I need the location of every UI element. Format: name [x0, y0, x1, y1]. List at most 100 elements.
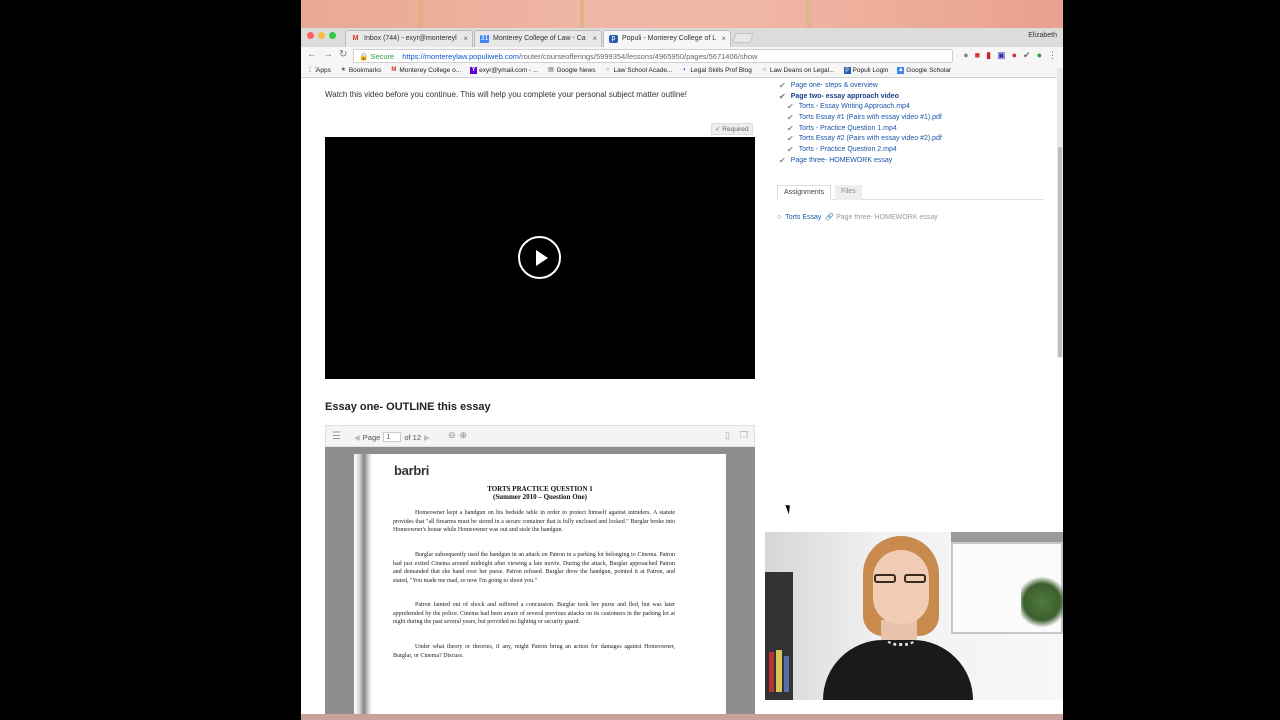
- required-badge: ✓ Required: [711, 123, 753, 135]
- bookmark-yahoo[interactable]: Yexyr@ymail.com - ...: [470, 66, 538, 75]
- check-icon: ✔: [787, 113, 794, 122]
- bookmark-label: Apps: [316, 67, 331, 74]
- previous-page-icon[interactable]: ◀: [354, 433, 360, 442]
- browser-tab-inbox[interactable]: M Inbox (744) - exyr@montereyl ×: [345, 30, 473, 47]
- bookmark-ext-icon[interactable]: ▮: [986, 50, 991, 61]
- lesson-item-page-three[interactable]: ✔ Page three- HOMEWORK essay: [779, 156, 892, 165]
- forward-arrow-icon[interactable]: →: [323, 49, 333, 61]
- document-paragraph: Homeowner kept a handgun on his bedside …: [393, 510, 675, 533]
- browser-tab-calendar[interactable]: 31 Monterey College of Law - Ca ×: [474, 30, 602, 47]
- profile-name[interactable]: Elizabeth: [1028, 32, 1057, 39]
- bookmark-law-deans[interactable]: ○ Law Deans on Legal...: [761, 66, 835, 75]
- assignment-item: ○ Torts Essay 🔗 Page three- HOMEWORK essay: [777, 213, 938, 221]
- sidebar-toggle-icon[interactable]: ☰: [332, 431, 341, 442]
- bookmark-law-school[interactable]: ○ Law School Acade...: [605, 66, 673, 75]
- ext-icon[interactable]: ✔: [1023, 50, 1031, 61]
- bookmark-label: Monterey College o...: [399, 67, 462, 74]
- bookmark-label: Google Scholar: [906, 67, 952, 74]
- tab-label: Inbox (744) - exyr@montereyl: [364, 35, 457, 42]
- download-icon[interactable]: ▯: [725, 430, 730, 441]
- yahoo-icon: Y: [470, 67, 478, 74]
- video-player[interactable]: [325, 137, 755, 379]
- lesson-item-essay-2-pdf[interactable]: ✔ Torts Essay #2 (Pairs with essay video …: [787, 134, 942, 143]
- grammarly-icon[interactable]: ●: [1037, 50, 1042, 61]
- close-tab-icon[interactable]: ×: [463, 34, 468, 43]
- page-label: Page: [362, 432, 381, 442]
- close-tab-icon[interactable]: ×: [721, 34, 726, 43]
- bookmark-google-news[interactable]: ▤ Google News: [547, 66, 595, 75]
- zoom-window-button[interactable]: [329, 32, 336, 39]
- populi-icon: p: [609, 35, 618, 43]
- zoom-in-icon[interactable]: ⊕: [460, 430, 468, 441]
- bookmark-bookmarks[interactable]: ★ Bookmarks: [340, 66, 382, 75]
- lesson-label: Page three- HOMEWORK essay: [790, 157, 893, 164]
- url-host: https://montereylaw.populiweb.com: [402, 52, 520, 61]
- webcam-overlay: [765, 532, 1063, 700]
- new-tab-button[interactable]: [732, 33, 754, 43]
- close-tab-icon[interactable]: ×: [592, 34, 597, 43]
- bookmark-monterey[interactable]: M Monterey College o...: [390, 66, 461, 75]
- gmail-badge-icon[interactable]: ■: [975, 50, 980, 61]
- document-paragraph: Under what theory or theories, if any, m…: [393, 644, 675, 659]
- scholar-icon: ▲: [897, 67, 905, 74]
- pdf-pager: ◀ Page 1 of 12 ▶: [354, 432, 430, 442]
- bookmark-apps[interactable]: ⋮⋮ Apps: [307, 66, 331, 75]
- bookmark-label: exyr@ymail.com - ...: [479, 67, 539, 74]
- lesson-item-page-two[interactable]: ✔ Page two- essay approach video: [779, 92, 899, 101]
- bookmark-google-scholar[interactable]: ▲ Google Scholar: [897, 66, 951, 75]
- tab-files[interactable]: Files: [835, 185, 862, 200]
- bookmark-label: Law School Acade...: [613, 67, 673, 74]
- document-title: TORTS PRACTICE QUESTION 1: [487, 485, 593, 493]
- browser-tab-populi[interactable]: p Populi - Monterey College of L ×: [603, 30, 731, 47]
- globe-icon: ○: [606, 67, 610, 73]
- pdf-toolbar: ☰ ◀ Page 1 of 12 ▶ ⊖ ⊕ ▯ ❐: [325, 425, 755, 447]
- pdf-actions: ▯ ❐: [725, 430, 748, 441]
- bullet-icon: ○: [777, 214, 782, 221]
- close-window-button[interactable]: [307, 32, 314, 39]
- star-icon: ★: [340, 67, 347, 73]
- play-icon[interactable]: [518, 236, 561, 279]
- extension-icon[interactable]: ●: [963, 50, 968, 61]
- pinterest-icon[interactable]: ●: [1012, 50, 1017, 61]
- barbri-logo: barbri: [394, 463, 430, 478]
- bookmark-legal-skills[interactable]: ◐ Legal Skills Prof Blog: [681, 66, 752, 75]
- lesson-item-practice-1[interactable]: ✔ Torts - Practice Question 1.mp4: [787, 124, 897, 133]
- document-paragraph: Patron fainted out of shock and suffered…: [393, 602, 675, 625]
- extension-icons: ● ■ ▮ ▣ ● ✔ ● ⋮: [963, 50, 1057, 61]
- lesson-item-essay-approach[interactable]: ✔ Torts - Essay Writing Approach.mp4: [787, 102, 910, 111]
- lesson-item-page-one[interactable]: ✔ Page one- steps & overview: [779, 81, 878, 90]
- browser-tab-strip: M Inbox (744) - exyr@montereyl × 31 Mont…: [301, 28, 1063, 47]
- assignment-link[interactable]: Torts Essay: [785, 214, 821, 221]
- lesson-label: Torts - Practice Question 2.mp4: [798, 146, 897, 153]
- assignment-meta-label: Page three- HOMEWORK essay: [836, 214, 938, 221]
- news-icon: ▤: [548, 67, 554, 73]
- sidebar-tabs: Assignments Files: [777, 185, 1043, 200]
- scrollbar-thumb[interactable]: [1058, 147, 1062, 357]
- tab-assignments[interactable]: Assignments: [777, 185, 832, 200]
- bookmarks-bar: ⋮⋮ Apps ★ Bookmarks M Monterey College o...…: [301, 64, 1063, 78]
- browser-toolbar: ← → ↻ 🔒 Secure https://montereylaw.popul…: [301, 47, 1063, 64]
- url-path: /router/courseofferings/5999354/lessons/…: [519, 52, 758, 61]
- address-bar[interactable]: 🔒 Secure https://montereylaw.populiweb.c…: [353, 49, 953, 63]
- bookmark-label: Bookmarks: [348, 67, 382, 74]
- back-arrow-icon[interactable]: ←: [307, 49, 317, 61]
- menu-kebab-icon[interactable]: ⋮: [1048, 50, 1057, 61]
- pdf-viewer[interactable]: barbri TORTS PRACTICE QUESTION 1 (Summer…: [325, 447, 755, 714]
- zoom-out-icon[interactable]: ⊖: [448, 430, 456, 441]
- lesson-label: Torts Essay #1 (Pairs with essay video #…: [798, 114, 942, 121]
- lesson-item-practice-2[interactable]: ✔ Torts - Practice Question 2.mp4: [787, 145, 897, 154]
- ext-icon[interactable]: ▣: [997, 50, 1006, 61]
- tab-label: Populi - Monterey College of L: [622, 35, 717, 42]
- desktop: M Inbox (744) - exyr@montereyl × 31 Mont…: [301, 0, 1063, 720]
- lesson-item-essay-1-pdf[interactable]: ✔ Torts Essay #1 (Pairs with essay video …: [787, 113, 942, 122]
- page-number-input[interactable]: 1: [383, 432, 402, 442]
- bookmark-populi-login[interactable]: p Populi Login: [843, 66, 888, 75]
- check-icon: ✔: [787, 134, 794, 143]
- minimize-window-button[interactable]: [318, 32, 325, 39]
- next-page-icon[interactable]: ▶: [424, 433, 430, 442]
- required-label: Required: [722, 126, 749, 133]
- fullscreen-icon[interactable]: ❐: [740, 430, 748, 441]
- reload-icon[interactable]: ↻: [339, 49, 347, 61]
- check-icon: ✔: [779, 81, 786, 90]
- page-total: of 12: [404, 432, 421, 442]
